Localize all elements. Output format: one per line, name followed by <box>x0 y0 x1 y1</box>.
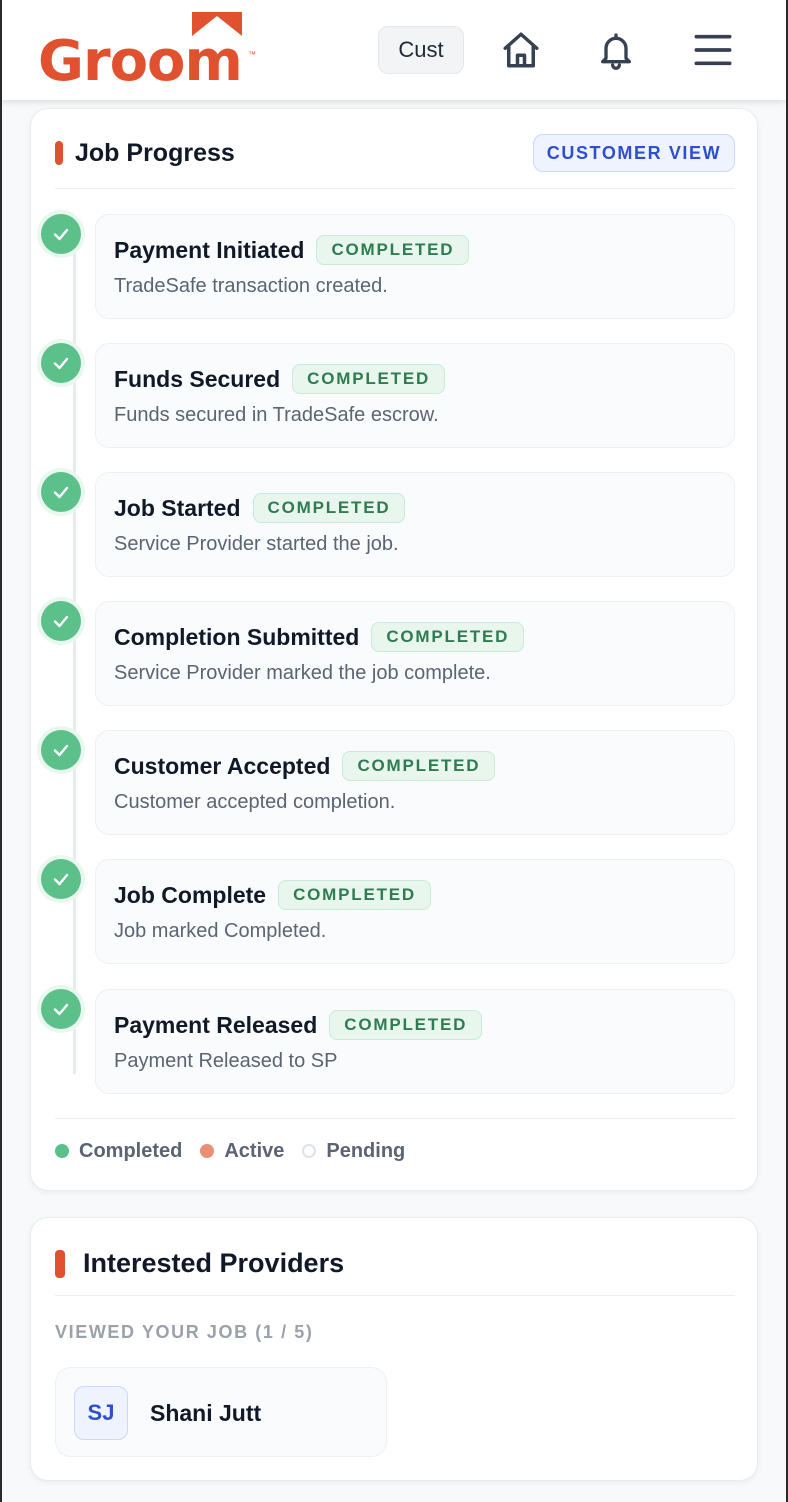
step-card-payment-initiated: Payment Initiated COMPLETED TradeSafe tr… <box>95 214 735 319</box>
interested-providers-title: Interested Providers <box>83 1248 345 1278</box>
interested-providers-card: Interested Providers VIEWED YOUR JOB (1 … <box>30 1217 758 1481</box>
viewed-your-job-label: VIEWED YOUR JOB (1 / 5) <box>55 1322 314 1342</box>
header-divider <box>55 188 735 189</box>
customer-view-badge: CUSTOMER VIEW <box>533 134 735 172</box>
provider-name: Shani Jutt <box>150 1400 262 1426</box>
step-check-icon <box>37 985 85 1033</box>
legend-label: Completed <box>79 1139 183 1162</box>
step-check-icon <box>37 726 85 774</box>
status-badge: COMPLETED <box>252 493 406 523</box>
groom-logo[interactable]: Groom ™ <box>38 12 258 92</box>
step-title: Job Complete <box>114 881 267 908</box>
step-card-funds-secured: Funds Secured COMPLETED Funds secured in… <box>95 343 735 448</box>
step-description: Customer accepted completion. <box>114 791 396 813</box>
logo-wordmark: Groom <box>38 29 243 94</box>
step-description: Funds secured in TradeSafe escrow. <box>114 404 439 426</box>
step-card-payment-released: Payment Released COMPLETED Payment Relea… <box>95 989 735 1094</box>
step-description: Service Provider marked the job complete… <box>114 662 491 684</box>
step-description: Job marked Completed. <box>114 920 327 942</box>
menu-icon <box>694 34 732 66</box>
avatar: SJ <box>74 1386 128 1440</box>
step-title: Customer Accepted <box>114 752 331 779</box>
step-check-icon <box>37 855 85 903</box>
status-badge: COMPLETED <box>278 880 432 910</box>
status-badge: COMPLETED <box>342 751 496 781</box>
step-check-icon <box>37 339 85 387</box>
header-divider <box>55 1295 735 1296</box>
step-description: Payment Released to SP <box>114 1050 338 1072</box>
step-title: Job Started <box>114 494 241 521</box>
provider-card[interactable]: SJ Shani Jutt <box>55 1367 387 1457</box>
step-description: Service Provider started the job. <box>114 533 399 555</box>
job-progress-card: Job Progress CUSTOMER VIEW Payment Initi… <box>30 108 758 1191</box>
step-check-icon <box>37 597 85 645</box>
step-check-icon <box>37 210 85 258</box>
app-frame: Groom ™ Cust Job Progress CUSTOMER VIEW … <box>0 0 788 1502</box>
legend-completed: Completed <box>55 1140 182 1163</box>
step-check-icon <box>37 468 85 516</box>
legend-label: Active <box>224 1139 285 1162</box>
step-description: TradeSafe transaction created. <box>114 275 388 297</box>
legend-active: Active <box>200 1140 284 1163</box>
notifications-button[interactable] <box>593 26 639 74</box>
legend-divider <box>55 1118 735 1119</box>
title-accent-bar <box>55 1250 65 1278</box>
step-card-job-started: Job Started COMPLETED Service Provider s… <box>95 472 735 577</box>
step-title: Completion Submitted <box>114 623 360 650</box>
status-badge: COMPLETED <box>292 364 446 394</box>
status-badge: COMPLETED <box>371 622 525 652</box>
top-header: Groom ™ Cust <box>2 0 786 100</box>
home-icon <box>503 32 539 68</box>
step-title: Funds Secured <box>114 365 281 392</box>
bell-icon <box>601 33 631 70</box>
title-accent-bar <box>55 141 63 165</box>
step-card-customer-accepted: Customer Accepted COMPLETED Customer acc… <box>95 730 735 835</box>
legend-dot-icon <box>55 1144 69 1158</box>
job-progress-title: Job Progress <box>75 139 235 167</box>
step-card-job-complete: Job Complete COMPLETED Job marked Comple… <box>95 859 735 964</box>
status-legend: Completed Active Pending <box>55 1139 423 1163</box>
status-badge: COMPLETED <box>316 235 470 265</box>
legend-dot-icon <box>200 1144 215 1158</box>
legend-dot-icon <box>302 1144 317 1158</box>
status-badge: COMPLETED <box>329 1010 483 1040</box>
step-title: Payment Initiated <box>114 236 305 263</box>
step-card-completion-submitted: Completion Submitted COMPLETED Service P… <box>95 601 735 706</box>
legend-label: Pending <box>326 1139 406 1162</box>
home-button[interactable] <box>498 26 544 74</box>
step-title: Payment Released <box>114 1011 318 1038</box>
logo-trademark: ™ <box>248 50 256 59</box>
legend-pending: Pending <box>302 1140 405 1163</box>
menu-button[interactable] <box>690 26 736 74</box>
role-chip[interactable]: Cust <box>378 26 464 74</box>
